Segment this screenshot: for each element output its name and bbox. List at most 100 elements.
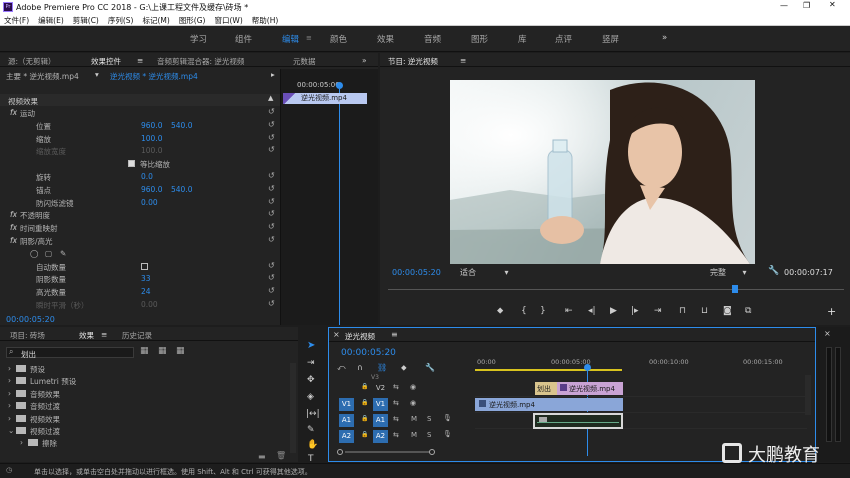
tree-chevron-icon[interactable]: › [8,389,11,398]
workspace-libraries[interactable]: 库 [518,33,527,45]
source-patch[interactable] [339,382,354,395]
param-value-1[interactable]: 960.0 [141,185,162,194]
program-playhead[interactable] [731,285,738,293]
nest-icon[interactable]: ⤺ [337,363,346,373]
minimize-icon[interactable]: — [780,1,788,10]
track-name[interactable]: V1 [373,398,388,411]
effect-param-row[interactable]: 缩放 100.0 ↺ [0,133,280,144]
maximize-icon[interactable]: ❐ [803,1,810,10]
effect-param-row[interactable]: 缩放宽度 100.0 ↺ [0,145,280,156]
tree-chevron-icon[interactable]: › [8,401,11,410]
button-editor-icon[interactable]: + [827,305,836,318]
slip-tool-icon[interactable]: |↔| [306,409,320,419]
transition-clip[interactable]: 划出 [535,382,557,395]
reset-icon[interactable]: ↺ [268,120,275,129]
param-value-1[interactable]: 0.00 [141,300,158,309]
reset-icon[interactable]: ↺ [268,197,275,206]
new-bin-icon[interactable]: ▬ [258,452,266,461]
fx-toggle-icon[interactable]: fx [10,223,17,232]
quality-select[interactable]: 完整 ▾ [710,267,747,278]
sync-lock-icon[interactable]: ⇆ [393,431,399,439]
yuv-effects-icon[interactable]: ▦ [176,346,185,356]
sync-lock-icon[interactable]: ⇆ [393,383,399,391]
solo-button[interactable]: S [427,431,431,439]
extract-icon[interactable]: ⊔ [701,306,708,316]
v1-clip[interactable]: 逆光视频.mp4 [475,398,623,411]
zoom-handle-left[interactable] [337,449,343,455]
effect-param-row[interactable]: 锚点 960.0 540.0 ↺ [0,184,280,195]
snap-icon[interactable]: ∩ [357,363,363,372]
add-marker-timeline-icon[interactable]: ⬥ [401,363,407,373]
timeline-title[interactable]: 逆光视频 [345,331,375,342]
param-value-1[interactable]: 960.0 [141,121,162,130]
more-tabs-icon[interactable]: » [362,56,367,65]
checkbox[interactable] [128,160,135,168]
effect-param-row[interactable]: ◯ ▢ ✎ [0,248,280,259]
param-value-2[interactable]: 540.0 [171,121,192,130]
selection-tool-icon[interactable]: ➤ [307,340,315,351]
track-name[interactable]: V2 [373,382,388,395]
timeline-timecode[interactable]: 00:00:05:20 [341,348,396,358]
checkbox[interactable] [141,262,148,270]
effect-param-row[interactable]: 位置 960.0 540.0 ↺ [0,120,280,131]
track-name[interactable]: A2 [373,430,388,443]
timeline-vscroll[interactable] [805,375,811,415]
workspace-assembly[interactable]: 组件 [235,33,252,45]
effect-param-row[interactable]: 等比缩放 [0,158,280,169]
lock-icon[interactable]: 🔒 [361,383,368,390]
sync-lock-icon[interactable]: ⇆ [393,399,399,407]
param-value-1[interactable]: 24 [141,287,151,296]
work-area-bar[interactable] [475,369,622,371]
pen-tool-icon[interactable]: ✎ [307,425,315,435]
play-icon[interactable]: ▶ [610,306,617,316]
param-value-1[interactable]: 100.0 [141,134,162,143]
tab-effects[interactable]: 效果 [79,330,94,341]
effects-tree-item[interactable]: › 音频效果 [0,388,298,399]
zoom-select[interactable]: 适合 ▾ [460,267,509,278]
solo-button[interactable]: S [427,415,431,423]
menu-edit[interactable]: 编辑(E) [38,16,64,25]
panel-menu-icon[interactable]: ≡ [137,56,143,65]
workspace-review[interactable]: 点评 [555,33,572,45]
timeline-playhead[interactable] [584,364,591,371]
effect-param-row[interactable]: fx 阴影/高光 ↺ [0,235,280,246]
effects-scrollbar[interactable] [290,363,296,453]
reset-icon[interactable]: ↺ [268,107,275,116]
effect-param-row[interactable]: 旋转 0.0 ↺ [0,171,280,182]
workspace-color[interactable]: 颜色 [330,33,347,45]
reset-icon[interactable]: ↺ [268,222,275,231]
track-select-tool-icon[interactable]: ⇥ [307,358,315,368]
step-back-icon[interactable]: ◂| [588,306,596,316]
tab-audio-mixer[interactable]: 音频剪辑混合器: 逆光视频 [157,56,244,67]
mark-out-icon[interactable]: } [540,306,546,316]
param-value-2[interactable]: 540.0 [171,185,192,194]
tab-effect-controls[interactable]: 效果控件 [91,56,121,67]
tab-source[interactable]: 源:（无剪辑） [8,56,56,67]
hand-tool-icon[interactable]: ✋ [307,440,318,450]
workspace-learn[interactable]: 学习 [190,33,207,45]
razor-tool-icon[interactable]: ◈ [307,392,314,402]
sync-lock-icon[interactable]: ⇆ [393,415,399,423]
tree-chevron-icon[interactable]: › [8,414,11,423]
param-value-1[interactable]: 0.00 [141,198,158,207]
sequence-clip-label[interactable]: 逆光视频 * 逆光视频.mp4 [110,71,198,82]
reset-icon[interactable]: ↺ [268,145,275,154]
program-title[interactable]: 节目: 逆光视频 [388,56,438,67]
reset-icon[interactable]: ↺ [268,171,275,180]
collapse-icon[interactable]: ▲ [268,94,273,102]
export-frame-icon[interactable]: ◙ [723,306,732,316]
timeline-settings-icon[interactable]: 🔧 [425,363,435,372]
menu-clip[interactable]: 剪辑(C) [73,16,99,25]
menu-window[interactable]: 窗口(W) [214,16,242,25]
menu-marker[interactable]: 标记(M) [142,16,169,25]
delete-icon[interactable]: 🗑 [276,451,286,460]
tree-chevron-icon[interactable]: ⌄ [8,426,14,435]
workspace-graphics[interactable]: 图形 [471,33,488,45]
effect-param-row[interactable]: fx 运动 ↺ [0,107,280,118]
reset-icon[interactable]: ↺ [268,235,275,244]
workspace-editing[interactable]: 编辑 [282,33,299,45]
reset-icon[interactable]: ↺ [268,286,275,295]
fx-toggle-icon[interactable]: fx [10,108,17,117]
more-workspaces-icon[interactable]: » [662,33,667,43]
mute-button[interactable]: M [411,431,417,439]
